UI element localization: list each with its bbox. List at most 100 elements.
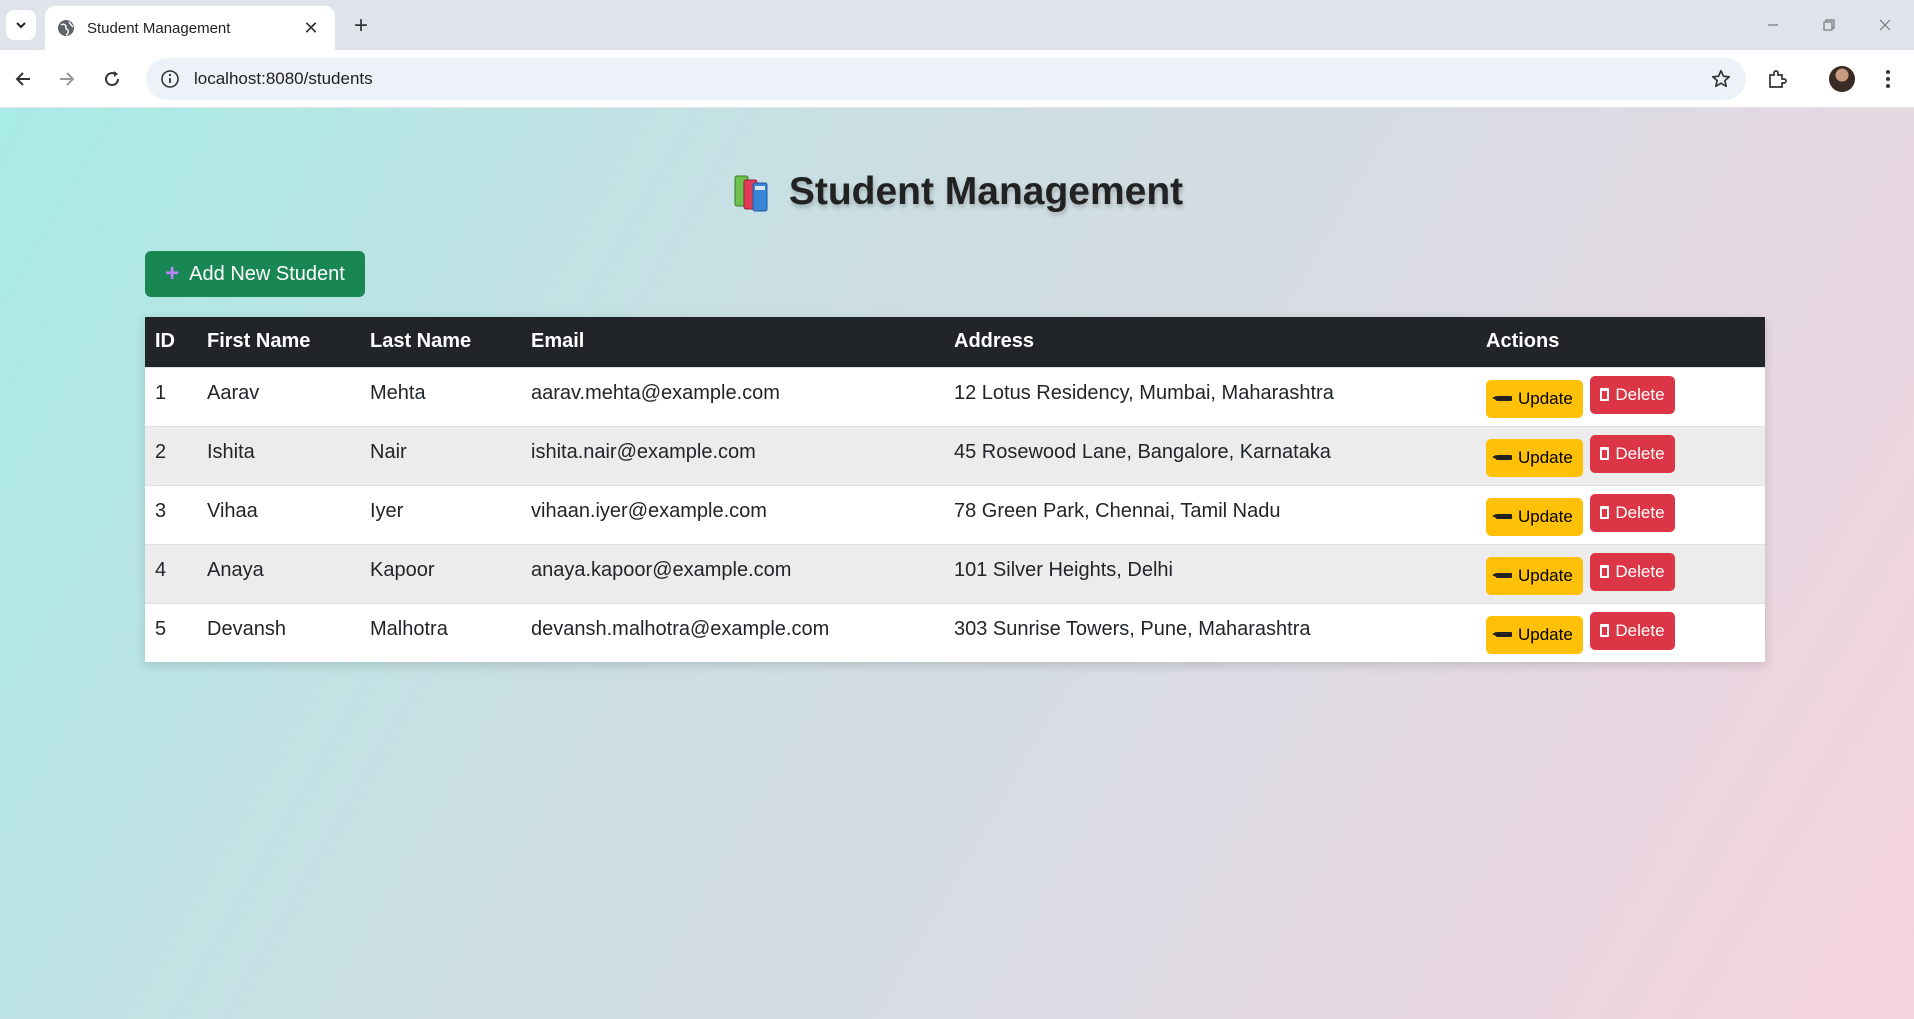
cell-id: 4: [145, 543, 197, 603]
delete-label: Delete: [1615, 620, 1665, 640]
cell-email: vihaan.iyer@example.com: [521, 484, 944, 544]
browser-tabstrip: Student Management ✕ +: [0, 0, 1914, 50]
pencil-icon: [1492, 396, 1512, 401]
cell-first-name: Devansh: [197, 602, 360, 662]
cell-address: 101 Silver Heights, Delhi: [944, 543, 1476, 603]
table-row: 2 Ishita Nair ishita.nair@example.com 45…: [145, 425, 1765, 485]
header-address: Address: [944, 317, 1476, 367]
pencil-icon: [1492, 514, 1512, 519]
restore-icon[interactable]: [1806, 10, 1852, 40]
delete-label: Delete: [1615, 561, 1665, 581]
pencil-icon: [1492, 455, 1512, 460]
update-label: Update: [1518, 447, 1573, 467]
cell-last-name: Kapoor: [360, 543, 521, 603]
update-button[interactable]: Update: [1486, 438, 1583, 477]
students-table: ID First Name Last Name Email Address Ac…: [145, 317, 1765, 662]
update-button[interactable]: Update: [1486, 379, 1583, 418]
trash-icon: [1600, 388, 1610, 401]
plus-icon: +: [165, 260, 180, 287]
delete-label: Delete: [1615, 384, 1665, 404]
delete-button[interactable]: Delete: [1590, 552, 1675, 591]
cell-email: devansh.malhotra@example.com: [521, 602, 944, 662]
browser-toolbar: localhost:8080/students: [0, 50, 1914, 108]
url-text: localhost:8080/students: [194, 69, 373, 88]
header-first-name: First Name: [197, 317, 360, 367]
delete-label: Delete: [1615, 502, 1665, 522]
books-icon: [734, 175, 768, 212]
chevron-down-icon: [16, 22, 26, 29]
back-icon[interactable]: [6, 62, 40, 96]
header-id: ID: [145, 317, 197, 367]
update-button[interactable]: Update: [1486, 556, 1583, 595]
profile-avatar[interactable]: [1829, 66, 1855, 92]
cell-last-name: Iyer: [360, 484, 521, 544]
cell-first-name: Anaya: [197, 543, 360, 603]
cell-address: 303 Sunrise Towers, Pune, Maharashtra: [944, 602, 1476, 662]
add-student-button[interactable]: + Add New Student: [145, 251, 365, 297]
cell-first-name: Ishita: [197, 425, 360, 485]
cell-id: 3: [145, 484, 197, 544]
pencil-icon: [1492, 632, 1512, 638]
new-tab-icon[interactable]: +: [346, 11, 376, 41]
extensions-icon[interactable]: [1762, 64, 1792, 94]
cell-id: 1: [145, 366, 197, 426]
page-viewport: Student Management + Add New Student ID …: [0, 108, 1914, 1019]
cell-actions: Update Delete: [1476, 602, 1765, 662]
update-label: Update: [1518, 506, 1573, 526]
delete-button[interactable]: Delete: [1590, 493, 1675, 532]
trash-icon: [1600, 624, 1610, 638]
minimize-icon[interactable]: [1750, 10, 1796, 40]
delete-label: Delete: [1615, 443, 1665, 463]
menu-kebab-icon[interactable]: [1873, 64, 1903, 94]
table-row: 4 Anaya Kapoor anaya.kapoor@example.com …: [145, 543, 1765, 603]
cell-address: 12 Lotus Residency, Mumbai, Maharashtra: [944, 366, 1476, 426]
cell-email: ishita.nair@example.com: [521, 425, 944, 485]
cell-first-name: Aarav: [197, 366, 360, 426]
address-bar[interactable]: localhost:8080/students: [146, 58, 1746, 100]
delete-button[interactable]: Delete: [1590, 434, 1675, 473]
tab-search-button[interactable]: [6, 10, 36, 40]
pencil-icon: [1492, 573, 1512, 578]
tab-title: Student Management: [87, 19, 231, 37]
delete-button[interactable]: Delete: [1590, 611, 1675, 650]
cell-last-name: Malhotra: [360, 602, 521, 662]
update-label: Update: [1518, 624, 1573, 644]
header-email: Email: [521, 317, 944, 367]
table-header-row: ID First Name Last Name Email Address Ac…: [145, 317, 1765, 367]
header-actions: Actions: [1476, 317, 1765, 367]
cell-actions: Update Delete: [1476, 484, 1765, 544]
update-button[interactable]: Update: [1486, 497, 1583, 536]
trash-icon: [1600, 506, 1610, 519]
table-row: 3 Vihaa Iyer vihaan.iyer@example.com 78 …: [145, 484, 1765, 544]
header-last-name: Last Name: [360, 317, 521, 367]
cell-id: 5: [145, 602, 197, 662]
reload-icon[interactable]: [95, 62, 129, 96]
trash-icon: [1600, 565, 1610, 578]
cell-first-name: Vihaa: [197, 484, 360, 544]
forward-icon[interactable]: [50, 62, 84, 96]
globe-icon: [58, 20, 74, 36]
cell-actions: Update Delete: [1476, 543, 1765, 603]
cell-address: 45 Rosewood Lane, Bangalore, Karnataka: [944, 425, 1476, 485]
cell-last-name: Mehta: [360, 366, 521, 426]
cell-email: aarav.mehta@example.com: [521, 366, 944, 426]
close-tab-icon[interactable]: ✕: [299, 16, 323, 40]
delete-button[interactable]: Delete: [1590, 375, 1675, 414]
bookmark-star-icon[interactable]: [1710, 68, 1732, 90]
update-label: Update: [1518, 388, 1573, 408]
table-row: 1 Aarav Mehta aarav.mehta@example.com 12…: [145, 366, 1765, 426]
table-row: 5 Devansh Malhotra devansh.malhotra@exam…: [145, 602, 1765, 662]
cell-email: anaya.kapoor@example.com: [521, 543, 944, 603]
cell-last-name: Nair: [360, 425, 521, 485]
site-info-icon[interactable]: [160, 69, 180, 89]
add-student-label: Add New Student: [189, 262, 345, 285]
update-label: Update: [1518, 565, 1573, 585]
cell-actions: Update Delete: [1476, 366, 1765, 426]
page-title-container: Student Management: [0, 170, 1914, 214]
cell-actions: Update Delete: [1476, 425, 1765, 485]
close-window-icon[interactable]: [1862, 10, 1908, 40]
trash-icon: [1600, 447, 1610, 460]
browser-tab[interactable]: Student Management ✕: [45, 6, 335, 50]
page-title: Student Management: [788, 170, 1184, 213]
update-button[interactable]: Update: [1486, 615, 1583, 654]
